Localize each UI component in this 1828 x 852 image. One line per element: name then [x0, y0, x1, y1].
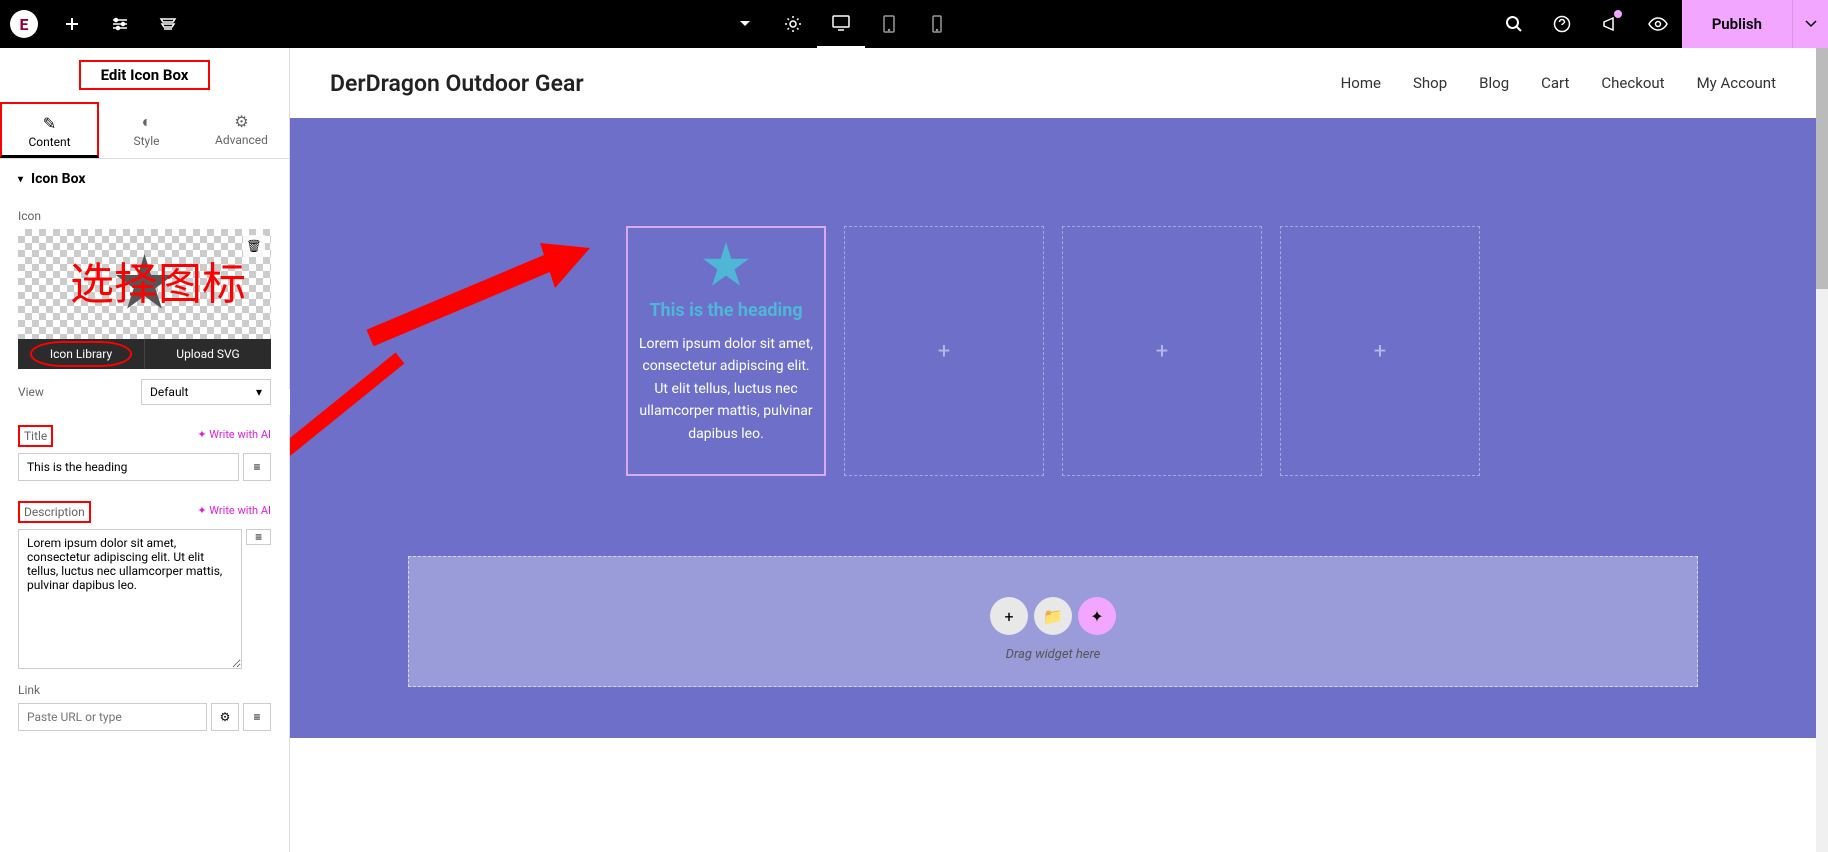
- help-icon[interactable]: [1538, 0, 1586, 48]
- site-nav: Home Shop Blog Cart Checkout My Account: [1341, 74, 1776, 92]
- nav-shop[interactable]: Shop: [1413, 74, 1447, 92]
- nav-checkout[interactable]: Checkout: [1601, 74, 1664, 92]
- view-select[interactable]: Default▾: [141, 379, 271, 405]
- link-dynamic-button[interactable]: ≡: [243, 703, 271, 731]
- dropzone[interactable]: + 📁 ✦ Drag widget here: [408, 556, 1698, 687]
- empty-column[interactable]: +: [1062, 226, 1262, 476]
- elementor-logo[interactable]: E: [0, 0, 48, 48]
- icon-box-widget[interactable]: This is the heading Lorem ipsum dolor si…: [626, 226, 826, 476]
- structure-icon[interactable]: [144, 0, 192, 48]
- add-element-button[interactable]: [48, 0, 96, 48]
- add-template-button[interactable]: 📁: [1034, 597, 1072, 635]
- description-label: Description: [18, 501, 91, 523]
- desc-dynamic-button[interactable]: ≡: [246, 529, 271, 545]
- plus-icon: +: [1374, 339, 1386, 364]
- star-icon: [115, 254, 175, 314]
- scrollbar[interactable]: [1816, 48, 1828, 852]
- settings-icon[interactable]: [96, 0, 144, 48]
- plus-icon: +: [938, 339, 950, 364]
- tablet-view-button[interactable]: [865, 0, 913, 48]
- icon-label: Icon: [18, 209, 271, 223]
- add-section-button[interactable]: +: [990, 597, 1028, 635]
- star-icon: [702, 242, 750, 290]
- tab-content[interactable]: ✎Content: [0, 102, 99, 158]
- dropzone-text: Drag widget here: [409, 647, 1697, 662]
- site-header: DerDragon Outdoor Gear Home Shop Blog Ca…: [290, 48, 1816, 118]
- ai-button[interactable]: ✦: [1078, 597, 1116, 635]
- link-input[interactable]: [18, 703, 207, 731]
- remove-icon-button[interactable]: 🗑: [243, 235, 265, 257]
- desktop-view-button[interactable]: [817, 0, 865, 48]
- site-title: DerDragon Outdoor Gear: [330, 70, 584, 97]
- widget-description: Lorem ipsum dolor sit amet, consectetur …: [638, 333, 814, 445]
- top-toolbar: E Publish: [0, 0, 1828, 48]
- nav-home[interactable]: Home: [1341, 74, 1381, 92]
- empty-column[interactable]: +: [844, 226, 1044, 476]
- editor-canvas: DerDragon Outdoor Gear Home Shop Blog Ca…: [290, 48, 1816, 852]
- mobile-view-button[interactable]: [913, 0, 961, 48]
- widget-heading: This is the heading: [649, 300, 802, 321]
- publish-button[interactable]: Publish: [1682, 0, 1792, 48]
- title-dynamic-button[interactable]: ≡: [243, 453, 271, 481]
- write-ai-desc[interactable]: ✦ Write with AI: [197, 504, 271, 517]
- announcements-icon[interactable]: [1586, 0, 1634, 48]
- nav-cart[interactable]: Cart: [1541, 74, 1569, 92]
- search-icon[interactable]: [1490, 0, 1538, 48]
- editor-sidebar: Edit Icon Box ✎Content ◐Style ⚙Advanced …: [0, 48, 290, 852]
- page-dropdown[interactable]: [721, 0, 769, 48]
- icon-preview[interactable]: 🗑: [18, 229, 271, 339]
- panel-title: Edit Icon Box: [0, 48, 289, 102]
- view-label: View: [18, 385, 44, 399]
- empty-column[interactable]: +: [1280, 226, 1480, 476]
- description-input[interactable]: Lorem ipsum dolor sit amet, consectetur …: [18, 529, 242, 669]
- nav-blog[interactable]: Blog: [1479, 74, 1509, 92]
- title-input[interactable]: [18, 453, 239, 481]
- tab-advanced[interactable]: ⚙Advanced: [194, 102, 289, 158]
- link-options-button[interactable]: ⚙: [211, 703, 239, 731]
- title-label: Title: [18, 425, 53, 447]
- panel-tabs: ✎Content ◐Style ⚙Advanced: [0, 102, 289, 159]
- write-ai-title[interactable]: ✦ Write with AI: [197, 428, 271, 441]
- publish-dropdown[interactable]: [1792, 0, 1828, 48]
- link-label: Link: [18, 683, 271, 697]
- tab-style[interactable]: ◐Style: [99, 102, 194, 158]
- section-icon-box[interactable]: Icon Box: [0, 159, 289, 199]
- page-settings-icon[interactable]: [769, 0, 817, 48]
- icon-library-button[interactable]: Icon Library: [18, 339, 144, 369]
- plus-icon: +: [1156, 339, 1168, 364]
- upload-svg-button[interactable]: Upload SVG: [144, 339, 271, 369]
- preview-icon[interactable]: [1634, 0, 1682, 48]
- nav-account[interactable]: My Account: [1697, 74, 1776, 92]
- hero-section: This is the heading Lorem ipsum dolor si…: [290, 118, 1816, 738]
